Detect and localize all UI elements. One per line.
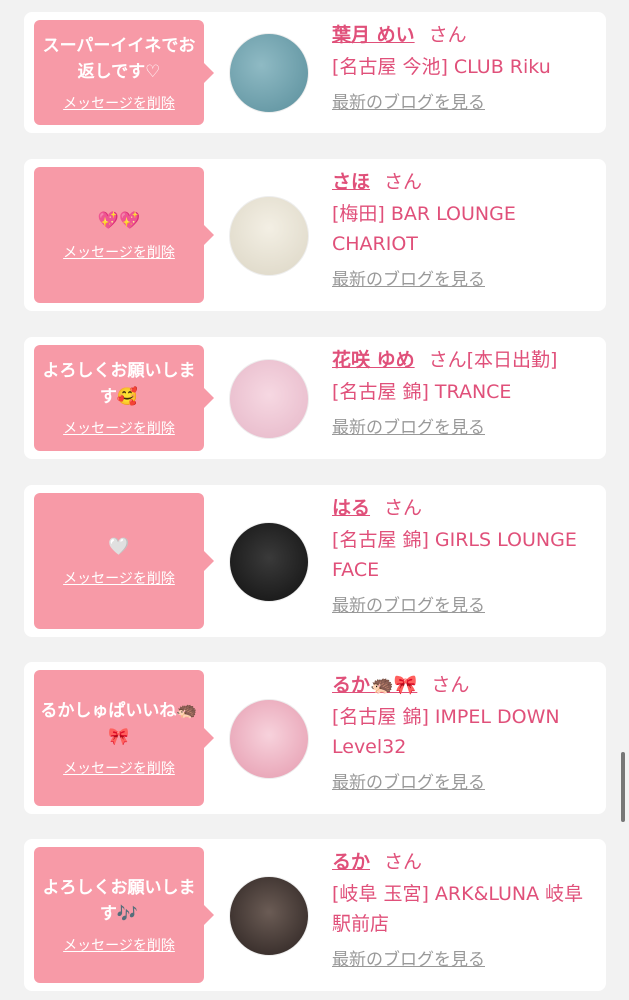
cast-name-link[interactable]: 葉月 めい <box>332 24 415 46</box>
cast-name-link[interactable]: るか <box>332 851 370 873</box>
message-bubble: 💖💖 メッセージを削除 <box>34 167 214 303</box>
list-item: スーパーイイネでお返しです♡ メッセージを削除 葉月 めい さん [名古屋 今池]… <box>24 12 606 133</box>
shop-name: [名古屋 錦] GIRLS LOUNGE FACE <box>332 529 577 581</box>
shop-name: [梅田] BAR LOUNGE CHARIOT <box>332 203 516 255</box>
cast-name-link[interactable]: さほ <box>332 171 370 193</box>
cast-info: さほ さん [梅田] BAR LOUNGE CHARIOT 最新のブログを見る <box>332 167 596 293</box>
blog-link[interactable]: 最新のブログを見る <box>332 947 596 973</box>
message-text: スーパーイイネでお返しです♡ <box>42 35 196 82</box>
avatar[interactable] <box>229 33 309 113</box>
delete-message-link[interactable]: メッセージを削除 <box>63 758 175 778</box>
delete-message-link[interactable]: メッセージを削除 <box>63 93 175 113</box>
name-line: 花咲 ゆめ さん[本日出勤] <box>332 345 596 375</box>
attendance-badge: [本日出勤] <box>466 349 558 371</box>
message-text: よろしくお願いします🎶 <box>42 878 196 924</box>
message-bubble: よろしくお願いします🎶 メッセージを削除 <box>34 847 214 983</box>
message-text: 🤍 <box>108 537 130 557</box>
cast-info: 花咲 ゆめ さん[本日出勤] [名古屋 錦] TRANCE 最新のブログを見る <box>332 345 596 441</box>
message-bubble: スーパーイイネでお返しです♡ メッセージを削除 <box>34 20 214 125</box>
cast-info: るか🦔🎀 さん [名古屋 錦] IMPEL DOWN Level32 最新のブログ… <box>332 670 596 796</box>
honorific: さん <box>428 24 467 46</box>
blog-link[interactable]: 最新のブログを見る <box>332 267 596 293</box>
blog-link[interactable]: 最新のブログを見る <box>332 90 596 116</box>
delete-message-link[interactable]: メッセージを削除 <box>63 418 175 438</box>
message-text: るかしゅぱいいね🦔🎀 <box>40 701 198 747</box>
honorific: さん <box>384 851 423 873</box>
avatar[interactable] <box>229 876 309 956</box>
shop-name: [岐阜 玉宮] ARK&LUNA 岐阜駅前店 <box>332 883 584 935</box>
honorific: さん <box>384 497 423 519</box>
cast-name-link[interactable]: はる <box>332 497 370 519</box>
cast-info: はる さん [名古屋 錦] GIRLS LOUNGE FACE 最新のブログを見る <box>332 493 596 619</box>
list-item: 💖💖 メッセージを削除 さほ さん [梅田] BAR LOUNGE CHARIOT… <box>24 159 606 311</box>
cast-name-link[interactable]: るか🦔🎀 <box>332 674 417 696</box>
shop-name: [名古屋 今池] CLUB Riku <box>332 56 551 78</box>
list-item: よろしくお願いします🥰 メッセージを削除 花咲 ゆめ さん[本日出勤] [名古屋 … <box>24 337 606 459</box>
name-line: るか🦔🎀 さん <box>332 670 596 700</box>
avatar[interactable] <box>229 522 309 602</box>
message-bubble: 🤍 メッセージを削除 <box>34 493 214 629</box>
blog-link[interactable]: 最新のブログを見る <box>332 770 596 796</box>
list-item: 🤍 メッセージを削除 はる さん [名古屋 錦] GIRLS LOUNGE FAC… <box>24 485 606 637</box>
name-line: さほ さん <box>332 167 596 197</box>
honorific: さん <box>428 349 467 371</box>
shop-name: [名古屋 錦] TRANCE <box>332 381 512 403</box>
delete-message-link[interactable]: メッセージを削除 <box>63 935 175 955</box>
message-text: 💖💖 <box>97 211 141 231</box>
cast-info: るか さん [岐阜 玉宮] ARK&LUNA 岐阜駅前店 最新のブログを見る <box>332 847 596 973</box>
blog-link[interactable]: 最新のブログを見る <box>332 593 596 619</box>
cast-name-link[interactable]: 花咲 ゆめ <box>332 349 415 371</box>
list-item: るかしゅぱいいね🦔🎀 メッセージを削除 るか🦔🎀 さん [名古屋 錦] IMPEL… <box>24 662 606 814</box>
message-bubble: よろしくお願いします🥰 メッセージを削除 <box>34 345 214 451</box>
delete-message-link[interactable]: メッセージを削除 <box>63 242 175 262</box>
avatar[interactable] <box>229 359 309 439</box>
avatar[interactable] <box>229 699 309 779</box>
message-text: よろしくお願いします🥰 <box>42 361 196 407</box>
blog-link[interactable]: 最新のブログを見る <box>332 415 596 441</box>
name-line: はる さん <box>332 493 596 523</box>
list-item: よろしくお願いします🎶 メッセージを削除 るか さん [岐阜 玉宮] ARK&LU… <box>24 839 606 991</box>
cast-info: 葉月 めい さん [名古屋 今池] CLUB Riku 最新のブログを見る <box>332 20 596 116</box>
scrollbar[interactable] <box>621 752 625 822</box>
name-line: 葉月 めい さん <box>332 20 596 50</box>
name-line: るか さん <box>332 847 596 877</box>
honorific: さん <box>384 171 423 193</box>
shop-name: [名古屋 錦] IMPEL DOWN Level32 <box>332 706 560 758</box>
honorific: さん <box>431 674 470 696</box>
delete-message-link[interactable]: メッセージを削除 <box>63 568 175 588</box>
avatar[interactable] <box>229 196 309 276</box>
message-bubble: るかしゅぱいいね🦔🎀 メッセージを削除 <box>34 670 214 806</box>
